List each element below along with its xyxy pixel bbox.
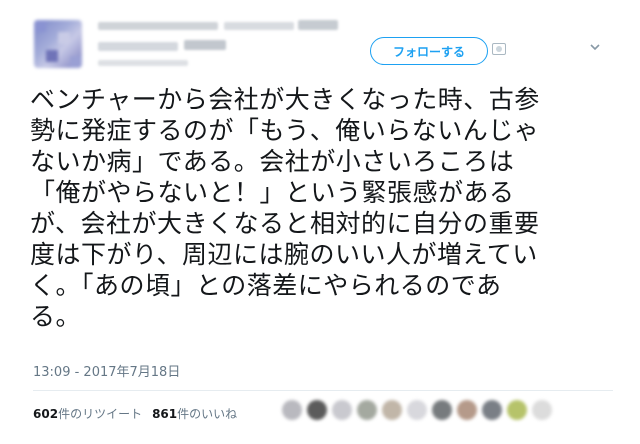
tweet-stats: 602件のリツイート 861件のいいね	[33, 405, 237, 422]
liker-avatar[interactable]	[432, 400, 452, 420]
retweets-count: 602	[33, 407, 59, 421]
tweet-text: ベンチャーから会社が大きくなった時、古参 勢に発症するのが「もう、俺いらないんじ…	[30, 85, 540, 331]
likes-label: 件のいいね	[177, 407, 238, 421]
follow-button[interactable]: フォローする	[370, 37, 488, 65]
likes-stat[interactable]: 861件のいいね	[152, 405, 237, 422]
liker-avatar[interactable]	[457, 400, 477, 420]
chevron-down-icon[interactable]	[588, 40, 602, 54]
liker-avatar[interactable]	[307, 400, 327, 420]
tweet-timestamp[interactable]: 13:09 - 2017年7月18日	[33, 361, 180, 380]
user-name-blurred[interactable]	[92, 20, 338, 66]
likes-count: 861	[152, 407, 178, 421]
liker-avatar[interactable]	[507, 400, 527, 420]
liker-avatar[interactable]	[382, 400, 402, 420]
liker-avatars	[282, 400, 552, 420]
liker-avatar[interactable]	[407, 400, 427, 420]
user-icon	[492, 43, 506, 55]
retweets-stat[interactable]: 602件のリツイート	[33, 405, 142, 422]
avatar[interactable]	[34, 20, 82, 68]
liker-avatar[interactable]	[532, 400, 552, 420]
liker-avatar[interactable]	[282, 400, 302, 420]
liker-avatar[interactable]	[357, 400, 377, 420]
retweets-label: 件のリツイート	[58, 407, 143, 421]
divider	[33, 390, 613, 391]
liker-avatar[interactable]	[482, 400, 502, 420]
liker-avatar[interactable]	[332, 400, 352, 420]
